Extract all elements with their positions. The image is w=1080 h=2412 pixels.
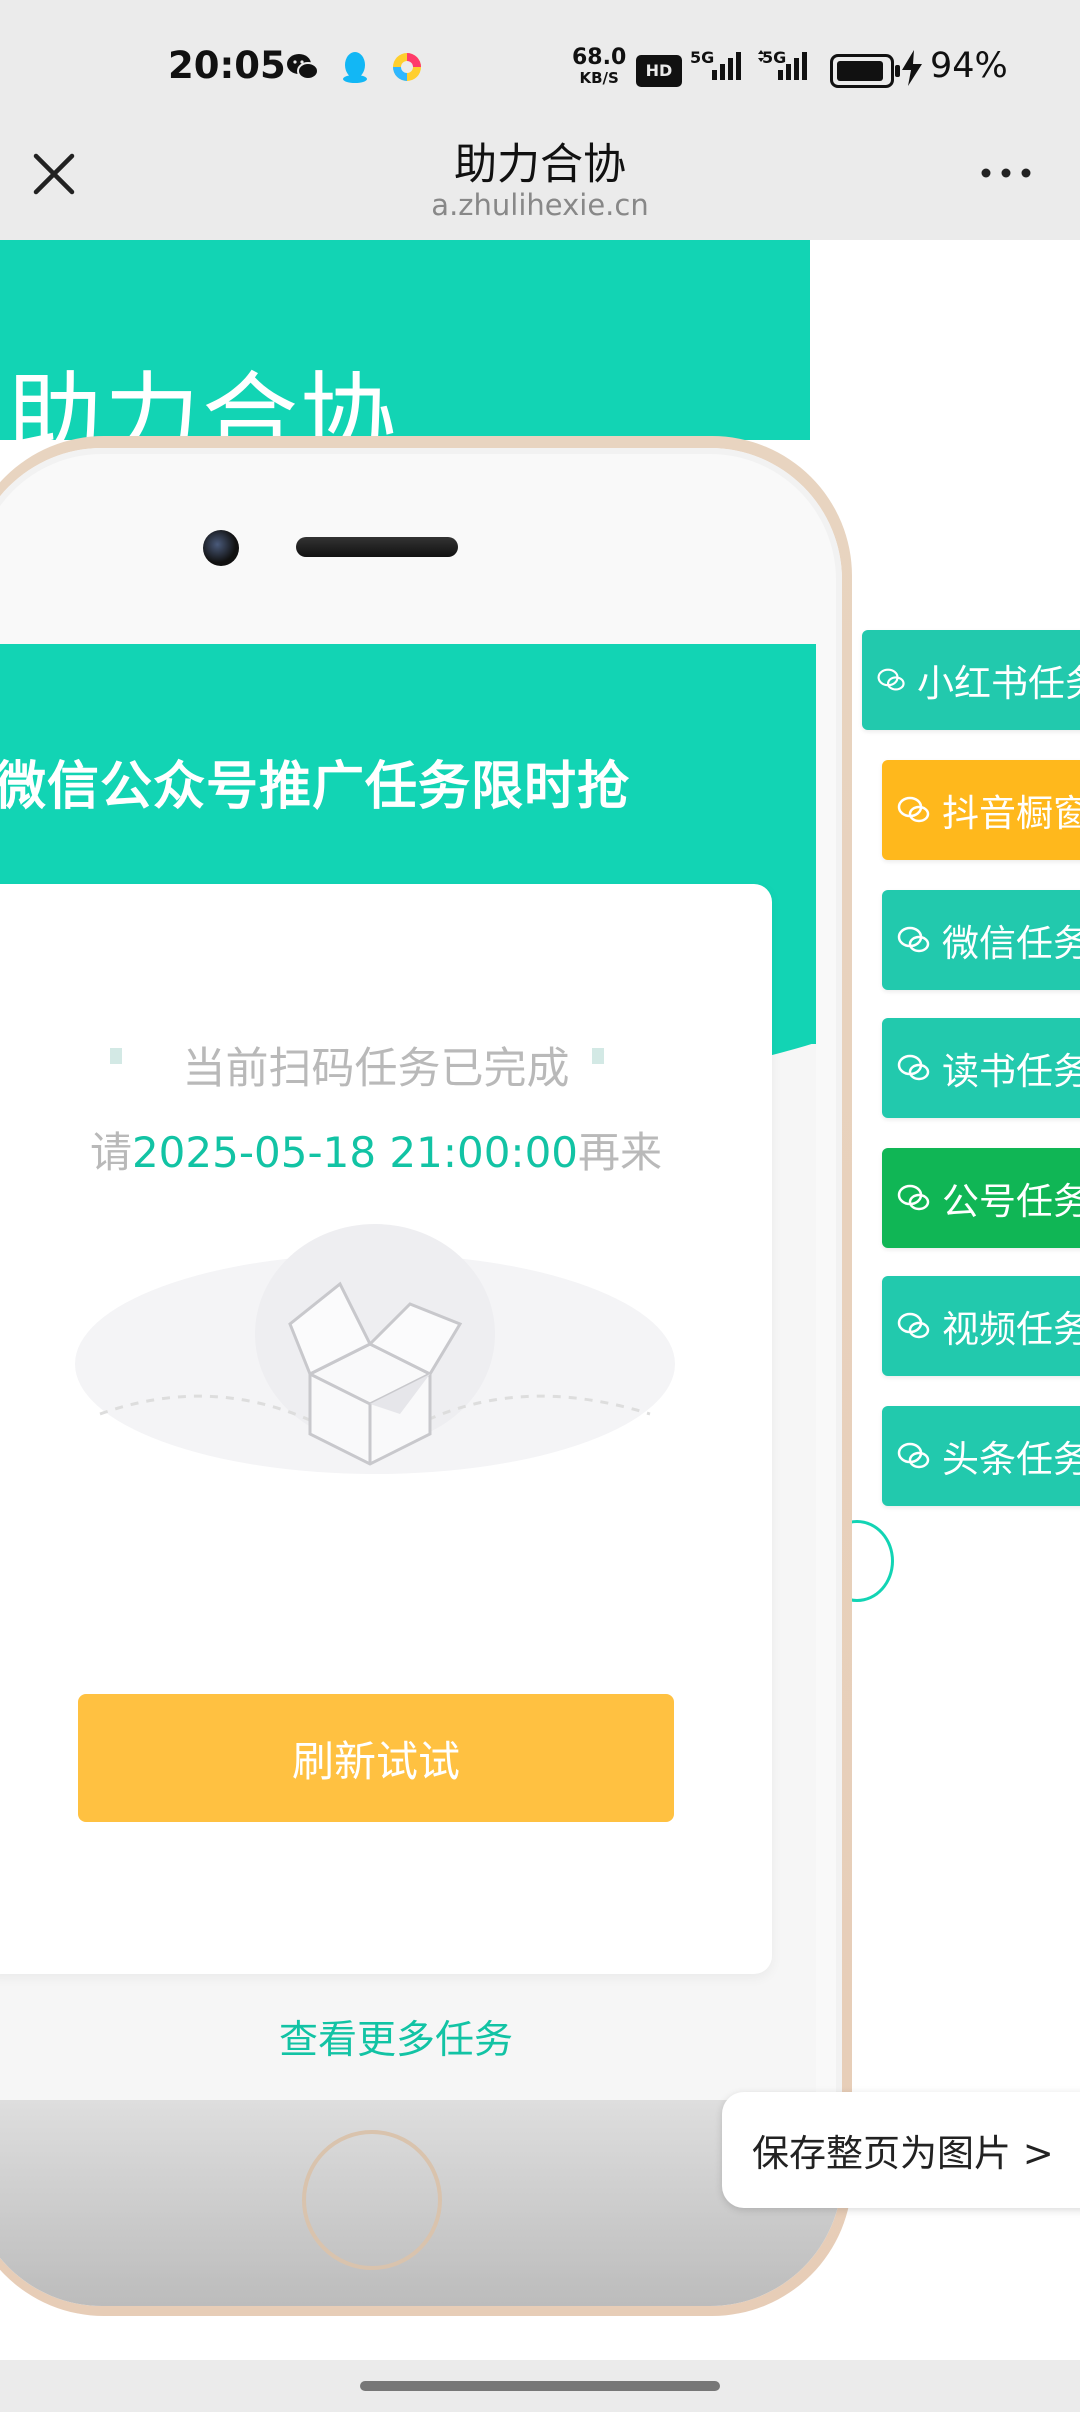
hero-title: 助力合协 (6, 362, 398, 440)
status-card: 当前扫码任务已完成 请2025-05-18 21:00:00再来 刷新试试 (0, 884, 772, 1974)
wechat-outline-icon (897, 796, 930, 823)
status-bar: 20:05 68.0 KB/S HD 5G 5G 94% (0, 0, 1080, 136)
signal-icon-sim1: 5G (690, 48, 746, 84)
phone-home-button (302, 2130, 442, 2270)
page-title: 助力合协 (454, 140, 626, 190)
more-options-icon[interactable] (976, 158, 1036, 188)
wechat-icon (287, 54, 319, 80)
wechat-outline-icon (897, 1442, 930, 1469)
charging-bolt-icon (902, 50, 922, 86)
return-time-message: 请2025-05-18 21:00:00再来 (89, 1128, 663, 1177)
side-tab-wechat[interactable]: 微信任务 (882, 890, 1080, 990)
status-time: 20:05 (168, 44, 286, 87)
empty-box-illustration (75, 1224, 675, 1474)
wechat-outline-icon (877, 668, 905, 691)
battery-icon (830, 54, 900, 88)
side-tab-douyin[interactable]: 抖音橱窗 (882, 760, 1080, 860)
return-time: 2025-05-18 21:00:00 (131, 1128, 579, 1177)
gesture-handle[interactable] (360, 2381, 720, 2391)
side-tab-video[interactable]: 视频任务 (882, 1276, 1080, 1376)
side-tab-official-account[interactable]: 公号任务 (882, 1148, 1080, 1248)
refresh-button[interactable]: 刷新试试 (78, 1694, 674, 1822)
side-tab-toutiao[interactable]: 头条任务 (882, 1406, 1080, 1506)
wechat-outline-icon (897, 1184, 930, 1211)
phone-screen: 微信公众号推广任务限时抢 当前扫码任务已完成 请2025-05-18 21:00… (0, 644, 816, 2104)
side-tab-reading[interactable]: 读书任务 (882, 1018, 1080, 1118)
battery-percent: 94% (930, 46, 1008, 86)
colorful-app-icon (393, 53, 421, 81)
phone-camera (203, 530, 239, 566)
qq-icon (343, 52, 367, 83)
wechat-outline-icon (897, 926, 930, 953)
page-url: a.zhulihexie.cn (431, 188, 649, 222)
save-page-as-image-button[interactable]: 保存整页为图片 > (722, 2092, 1080, 2208)
hero-banner: 助力合协 (0, 240, 810, 440)
task-complete-message: 当前扫码任务已完成 (182, 1044, 570, 1094)
hd-badge: HD (636, 55, 682, 87)
screen-title: 微信公众号推广任务限时抢 (0, 757, 631, 817)
network-speed: 68.0 KB/S (572, 45, 627, 88)
more-tasks-link[interactable]: 查看更多任务 (0, 2009, 792, 2065)
web-page: 助力合协 小红书任务 抖音橱窗 微信任务 读书任务 公号任务 视频任务 头条任务… (0, 240, 1080, 2360)
side-tab-xiaohongshu[interactable]: 小红书任务 (862, 630, 1080, 730)
signal-icon-sim2: 5G (756, 48, 812, 84)
phone-speaker (296, 537, 458, 557)
wechat-outline-icon (897, 1054, 930, 1081)
wechat-outline-icon (897, 1312, 930, 1339)
